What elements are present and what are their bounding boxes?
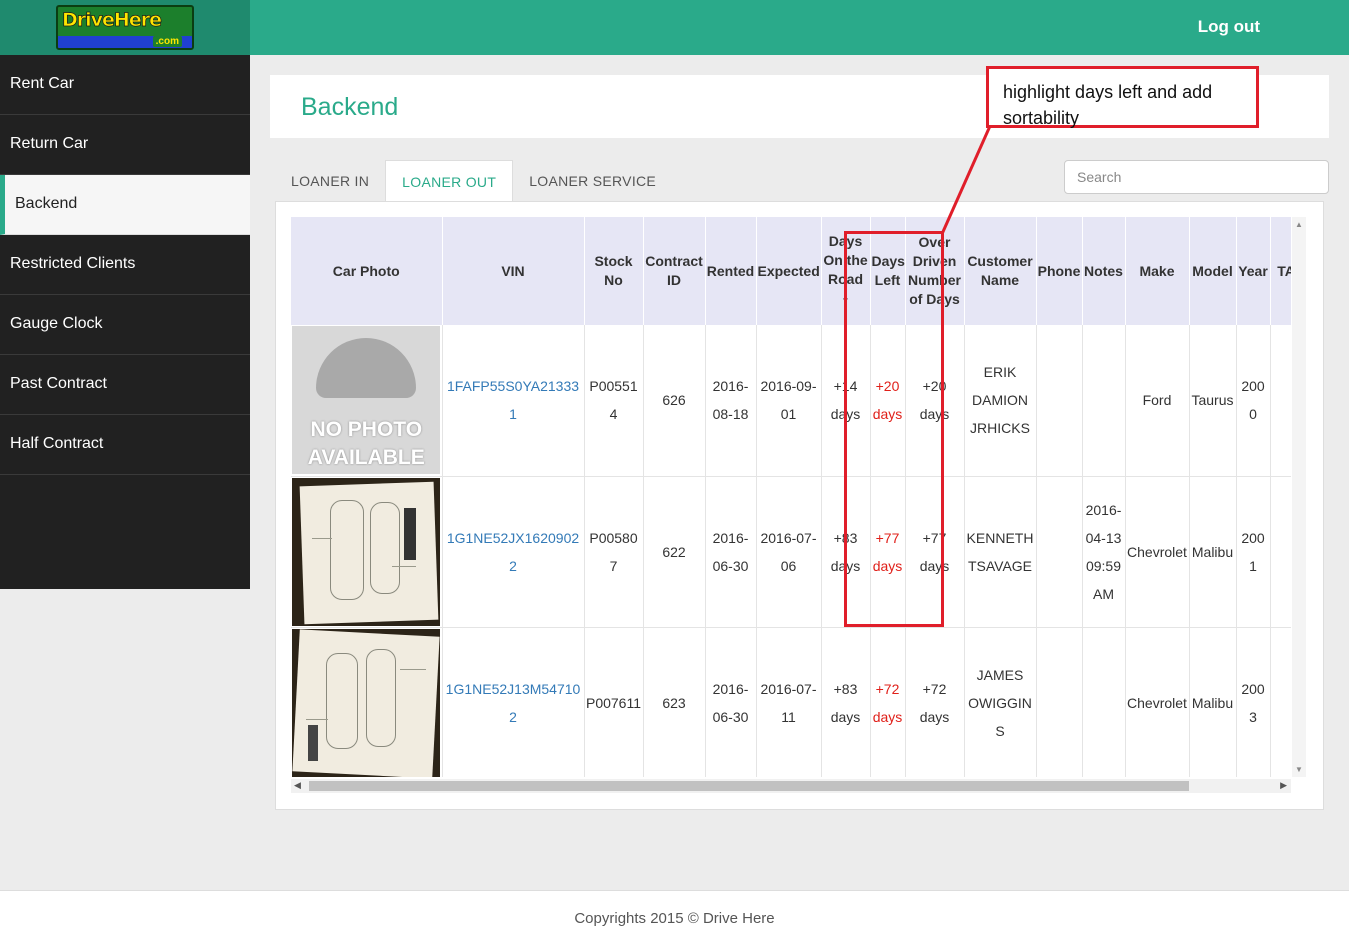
sidebar-item-half-contract[interactable]: Half Contract bbox=[0, 415, 250, 475]
phone-cell bbox=[1036, 325, 1083, 477]
contract-id-cell: 623 bbox=[643, 627, 706, 777]
customer-name-cell: JAMES OWIGGINS bbox=[964, 627, 1037, 777]
sidebar-item-rent-car[interactable]: Rent Car bbox=[0, 55, 250, 115]
rented-cell: 2016-08-18 bbox=[705, 325, 757, 477]
car-photo-cell: NO PHOTO AVAILABLE bbox=[291, 325, 443, 477]
col-car-photo[interactable]: Car Photo bbox=[291, 217, 443, 325]
table-row: 1G1NE52JX16209022 P005807 622 2016-06-30… bbox=[291, 476, 1291, 628]
logout-link[interactable]: Log out bbox=[1198, 17, 1260, 37]
year-cell: 2003 bbox=[1236, 627, 1271, 777]
stock-no-cell: P007611 bbox=[584, 627, 644, 777]
model-cell: Taurus bbox=[1189, 325, 1237, 477]
logo-text: DriveHere bbox=[62, 9, 163, 32]
over-driven-cell: +72 days bbox=[905, 627, 965, 777]
vin-link[interactable]: 1G1NE52J13M547102 bbox=[442, 627, 585, 777]
rented-cell: 2016-06-30 bbox=[705, 476, 757, 628]
notes-cell bbox=[1082, 627, 1126, 777]
model-cell: Malibu bbox=[1189, 627, 1237, 777]
page-title: Backend bbox=[301, 93, 399, 121]
sidebar-item-backend[interactable]: Backend bbox=[0, 175, 250, 235]
horizontal-scroll-thumb[interactable] bbox=[309, 781, 1189, 791]
car-photo-cell bbox=[291, 476, 443, 628]
drivehere-logo[interactable]: DriveHere .com bbox=[56, 5, 194, 50]
col-rented[interactable]: Rented bbox=[705, 217, 757, 325]
copyright-text: Copyrights 2015 © Drive Here bbox=[574, 910, 775, 927]
table-row: NO PHOTO AVAILABLE 1FAFP55S0YA213331 P00… bbox=[291, 325, 1291, 477]
col-expected[interactable]: Expected bbox=[756, 217, 822, 325]
expected-cell: 2016-09-01 bbox=[756, 325, 822, 477]
customer-name-cell: KENNETH TSAVAGE bbox=[964, 476, 1037, 628]
expected-cell: 2016-07-11 bbox=[756, 627, 822, 777]
col-vin[interactable]: VIN bbox=[442, 217, 585, 325]
notes-cell bbox=[1082, 325, 1126, 477]
sidebar: Rent Car Return Car Backend Restricted C… bbox=[0, 55, 250, 589]
no-photo-text: NO PHOTO AVAILABLE bbox=[307, 418, 425, 470]
make-cell: Chevrolet bbox=[1125, 476, 1190, 628]
sidebar-item-restricted-clients[interactable]: Restricted Clients bbox=[0, 235, 250, 295]
sidebar-item-past-contract[interactable]: Past Contract bbox=[0, 355, 250, 415]
loaner-table: Car Photo VIN Stock No Contract ID Rente… bbox=[291, 217, 1291, 777]
annotation-highlight-box bbox=[844, 231, 944, 627]
table-row: 1G1NE52J13M547102 P007611 623 2016-06-30… bbox=[291, 627, 1291, 777]
scroll-left-icon[interactable]: ◀ bbox=[294, 780, 301, 791]
rented-cell: 2016-06-30 bbox=[705, 627, 757, 777]
horizontal-scrollbar[interactable]: ◀ ▶ bbox=[291, 779, 1291, 793]
days-on-road-cell: +83 days bbox=[821, 627, 871, 777]
col-customer-name[interactable]: Customer Name bbox=[964, 217, 1037, 325]
peacock-logo-icon bbox=[316, 338, 417, 399]
stock-no-cell: P005514 bbox=[584, 325, 644, 477]
car-photo-cell bbox=[291, 627, 443, 777]
phone-cell bbox=[1036, 627, 1083, 777]
sidebar-item-return-car[interactable]: Return Car bbox=[0, 115, 250, 175]
loaner-table-container[interactable]: Car Photo VIN Stock No Contract ID Rente… bbox=[291, 217, 1291, 777]
scroll-up-icon[interactable]: ▲ bbox=[1295, 220, 1303, 229]
logo-suffix: .com bbox=[152, 36, 182, 47]
tag-cell bbox=[1270, 627, 1291, 777]
year-cell: 2001 bbox=[1236, 476, 1271, 628]
vin-link[interactable]: 1G1NE52JX16209022 bbox=[442, 476, 585, 628]
col-tag[interactable]: TAG bbox=[1270, 217, 1291, 325]
stock-no-cell: P005807 bbox=[584, 476, 644, 628]
year-cell: 2000 bbox=[1236, 325, 1271, 477]
footer: Copyrights 2015 © Drive Here bbox=[0, 890, 1349, 947]
scroll-right-icon[interactable]: ▶ bbox=[1280, 780, 1287, 791]
vin-link[interactable]: 1FAFP55S0YA213331 bbox=[442, 325, 585, 477]
make-cell: Chevrolet bbox=[1125, 627, 1190, 777]
sidebar-item-gauge-clock[interactable]: Gauge Clock bbox=[0, 295, 250, 355]
tab-loaner-out[interactable]: LOANER OUT bbox=[385, 160, 514, 202]
scroll-down-icon[interactable]: ▼ bbox=[1295, 765, 1303, 774]
col-contract-id[interactable]: Contract ID bbox=[643, 217, 706, 325]
contract-id-cell: 626 bbox=[643, 325, 706, 477]
col-notes[interactable]: Notes bbox=[1082, 217, 1126, 325]
table-header-row: Car Photo VIN Stock No Contract ID Rente… bbox=[291, 217, 1291, 325]
vertical-scrollbar[interactable]: ▲ ▼ bbox=[1292, 217, 1306, 777]
tab-loaner-service[interactable]: LOANER SERVICE bbox=[513, 160, 672, 202]
inspection-sheet-photo[interactable] bbox=[292, 477, 441, 626]
model-cell: Malibu bbox=[1189, 476, 1237, 628]
col-model[interactable]: Model bbox=[1189, 217, 1237, 325]
tab-loaner-in[interactable]: LOANER IN bbox=[275, 160, 385, 202]
inspection-sheet-photo[interactable] bbox=[292, 628, 441, 777]
col-make[interactable]: Make bbox=[1125, 217, 1190, 325]
make-cell: Ford bbox=[1125, 325, 1190, 477]
col-stock-no[interactable]: Stock No bbox=[584, 217, 644, 325]
notes-cell: 2016-04-13 09:59 AM bbox=[1082, 476, 1126, 628]
tab-bar: LOANER IN LOANER OUT LOANER SERVICE bbox=[275, 160, 672, 202]
contract-id-cell: 622 bbox=[643, 476, 706, 628]
col-phone[interactable]: Phone bbox=[1036, 217, 1083, 325]
annotation-callout: highlight days left and add sortability bbox=[986, 66, 1259, 128]
no-photo-placeholder: NO PHOTO AVAILABLE bbox=[292, 326, 441, 475]
logo-area: DriveHere .com bbox=[0, 0, 250, 55]
col-year[interactable]: Year bbox=[1236, 217, 1271, 325]
expected-cell: 2016-07-06 bbox=[756, 476, 822, 628]
phone-cell bbox=[1036, 476, 1083, 628]
search-input[interactable] bbox=[1064, 160, 1329, 194]
tag-cell bbox=[1270, 476, 1291, 628]
customer-name-cell: ERIK DAMION JRHICKS bbox=[964, 325, 1037, 477]
days-left-cell: +72 days bbox=[870, 627, 906, 777]
tag-cell bbox=[1270, 325, 1291, 477]
